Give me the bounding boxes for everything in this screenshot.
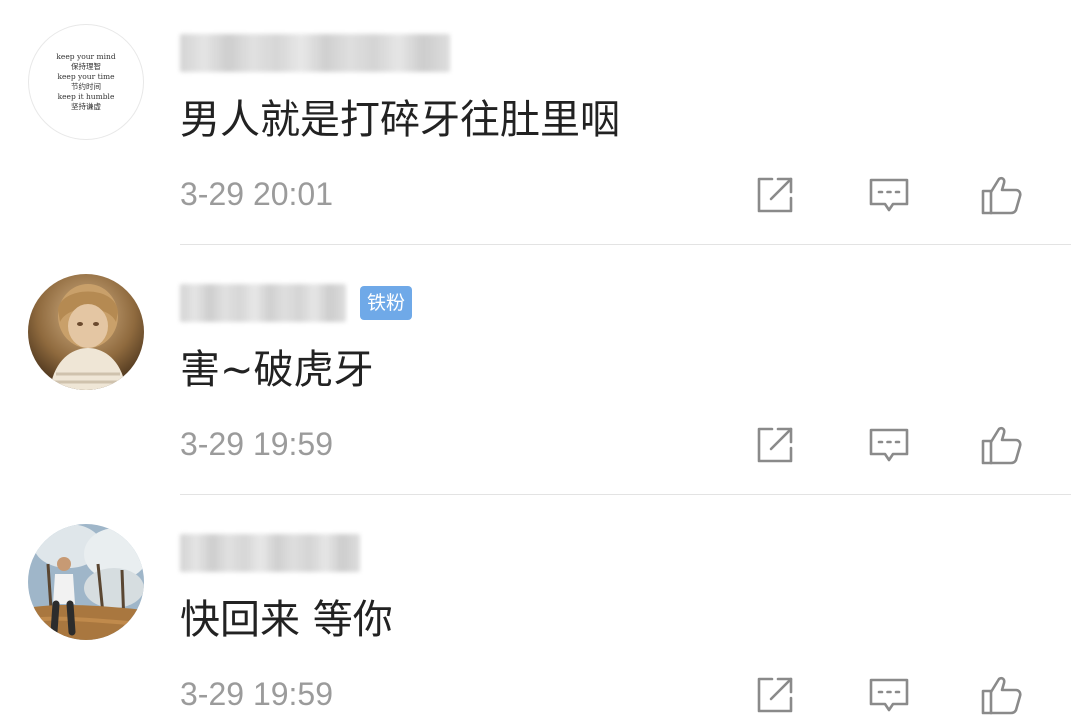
username[interactable]	[180, 534, 360, 572]
avatar-motto-line: 坚持谦虚	[71, 102, 101, 111]
comment-text: 快回来 等你	[180, 597, 393, 643]
reply-button[interactable]	[864, 670, 914, 720]
comment-text: 男人就是打碎牙往肚里咽	[180, 97, 620, 143]
avatar[interactable]	[28, 274, 144, 390]
avatar-motto-line: 节约时间	[71, 82, 101, 91]
comment-icon	[869, 178, 909, 212]
comment-timestamp: 3-29 19:59	[180, 426, 334, 462]
thumbs-up-icon	[981, 176, 1022, 215]
share-button[interactable]	[750, 170, 800, 220]
child-photo-avatar	[28, 274, 144, 390]
fan-badge: 铁粉	[360, 286, 413, 320]
thumbs-up-icon	[981, 676, 1022, 715]
blurred-username	[180, 34, 450, 72]
comment-item: keep your mind 保持理智 keep your time 节约时间 …	[0, 0, 1071, 250]
avatar-motto-line: keep it humble	[57, 92, 115, 101]
avatar-motto-line: keep your mind	[56, 52, 116, 61]
reply-button[interactable]	[864, 420, 914, 470]
thumbs-up-icon	[981, 426, 1022, 465]
divider	[180, 494, 1071, 495]
share-button[interactable]	[750, 670, 800, 720]
comment-feed: keep your mind 保持理智 keep your time 节约时间 …	[0, 0, 1071, 726]
comment-icon	[869, 428, 909, 462]
reply-button[interactable]	[864, 170, 914, 220]
username[interactable]: 铁粉	[180, 284, 413, 322]
share-button[interactable]	[750, 420, 800, 470]
blurred-username	[180, 284, 346, 322]
avatar-motto-line: 保持理智	[71, 62, 101, 71]
comment-timestamp: 3-29 19:59	[180, 676, 334, 712]
comment-timestamp: 3-29 20:01	[180, 176, 334, 212]
man-orchard-photo-avatar	[28, 524, 144, 640]
comment-icon	[869, 678, 909, 712]
divider	[180, 244, 1071, 245]
share-icon	[757, 427, 793, 463]
like-button[interactable]	[977, 420, 1027, 470]
avatar[interactable]: keep your mind 保持理智 keep your time 节约时间 …	[28, 24, 144, 140]
like-button[interactable]	[977, 170, 1027, 220]
share-icon	[757, 677, 793, 713]
comment-text: 害~破虎牙	[180, 347, 374, 393]
avatar[interactable]	[28, 524, 144, 640]
comment-item: 铁粉 害~破虎牙 3-29 19:59	[0, 250, 1071, 500]
comment-item: 快回来 等你 3-29 19:59	[0, 500, 1071, 726]
avatar-motto-line: keep your time	[57, 72, 115, 81]
like-button[interactable]	[977, 670, 1027, 720]
share-icon	[757, 177, 793, 213]
username[interactable]	[180, 34, 450, 72]
blurred-username	[180, 534, 360, 572]
